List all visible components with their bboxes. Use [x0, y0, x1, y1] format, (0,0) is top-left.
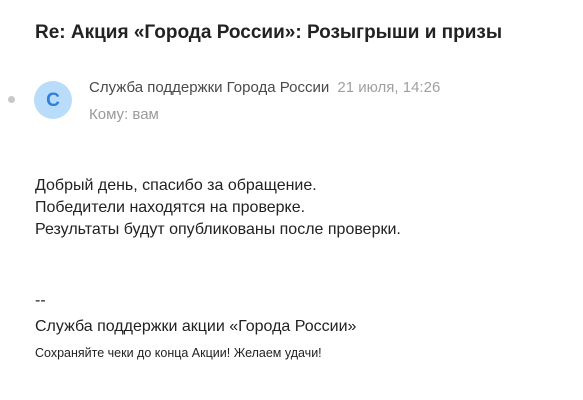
avatar-initial: С: [46, 89, 60, 111]
email-subject: Re: Акция «Города России»: Розыгрыши и п…: [35, 22, 503, 43]
signature-note: Сохраняйте чеки до конца Акции! Желаем у…: [35, 346, 322, 360]
body-line: Результаты будут опубликованы после пров…: [35, 221, 401, 238]
sender-line: Служба поддержки Города России 21 июля, …: [89, 79, 440, 96]
unread-indicator-icon[interactable]: [8, 96, 15, 103]
email-date: 21 июля, 14:26: [337, 79, 441, 96]
body-line: Победители находятся на проверке.: [35, 199, 306, 216]
recipient-line[interactable]: Кому: вам: [89, 106, 159, 123]
body-line: Добрый день, спасибо за обращение.: [35, 177, 317, 194]
signature-name: Служба поддержки акции «Города России»: [35, 318, 357, 335]
email-body: Добрый день, спасибо за обращение. Побед…: [35, 175, 401, 241]
sender-avatar[interactable]: С: [34, 81, 72, 119]
signature-separator: --: [35, 292, 46, 309]
sender-name[interactable]: Служба поддержки Города России: [89, 79, 329, 96]
